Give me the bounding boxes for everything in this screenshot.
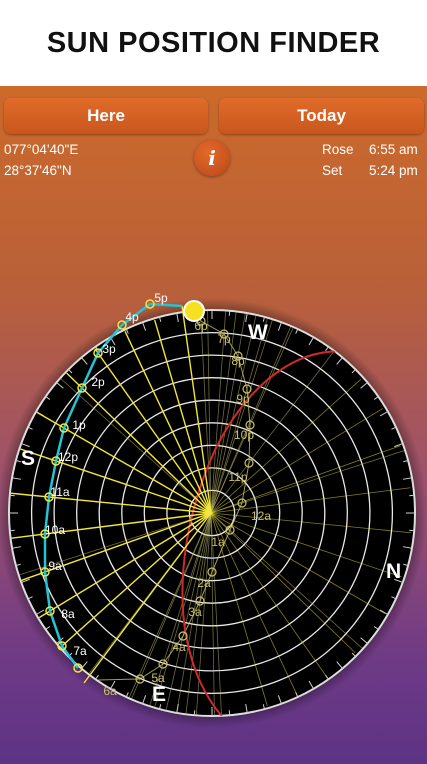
- sun-marker[interactable]: [183, 300, 205, 322]
- sun-icon[interactable]: [183, 300, 205, 322]
- sun-hour-label: 12p: [58, 450, 78, 464]
- sun-hour-label: 7a: [73, 644, 87, 658]
- sun-hour-label: 3p: [102, 342, 116, 356]
- sun-hour-label: 4p: [125, 310, 139, 324]
- night-hour-label: 9p: [236, 392, 250, 406]
- night-hour-label: 7p: [217, 332, 231, 346]
- sun-hour-label: 10a: [45, 523, 65, 537]
- night-hour-label: 10p: [234, 428, 254, 442]
- sun-hour-label: 5p: [154, 291, 168, 305]
- compass-south: S: [21, 447, 35, 470]
- night-hour-label: 12a: [251, 509, 271, 523]
- night-hour-label: 8p: [231, 354, 245, 368]
- sun-hour-label: 2p: [91, 375, 105, 389]
- compass-east: E: [152, 683, 166, 706]
- night-hour-label: 3a: [188, 605, 202, 619]
- sun-hour-label: 1p: [72, 418, 86, 432]
- sun-dial[interactable]: 7a8a9a10a11a12p1p2p3p4p5p6p7p8p9p10p11p1…: [0, 0, 427, 764]
- night-hour-label: 2a: [197, 576, 211, 590]
- compass-west: W: [248, 321, 268, 344]
- night-hour-label: 4a: [172, 640, 186, 654]
- night-hour-label: 1a: [211, 535, 225, 549]
- night-hour-label: 11p: [228, 470, 247, 484]
- sun-hour-label: 9a: [48, 559, 62, 573]
- sun-hour-label: 8a: [61, 607, 75, 621]
- sun-hour-label: 11a: [50, 485, 69, 499]
- night-hour-label: 6a: [103, 684, 117, 698]
- compass-north: N: [386, 560, 401, 583]
